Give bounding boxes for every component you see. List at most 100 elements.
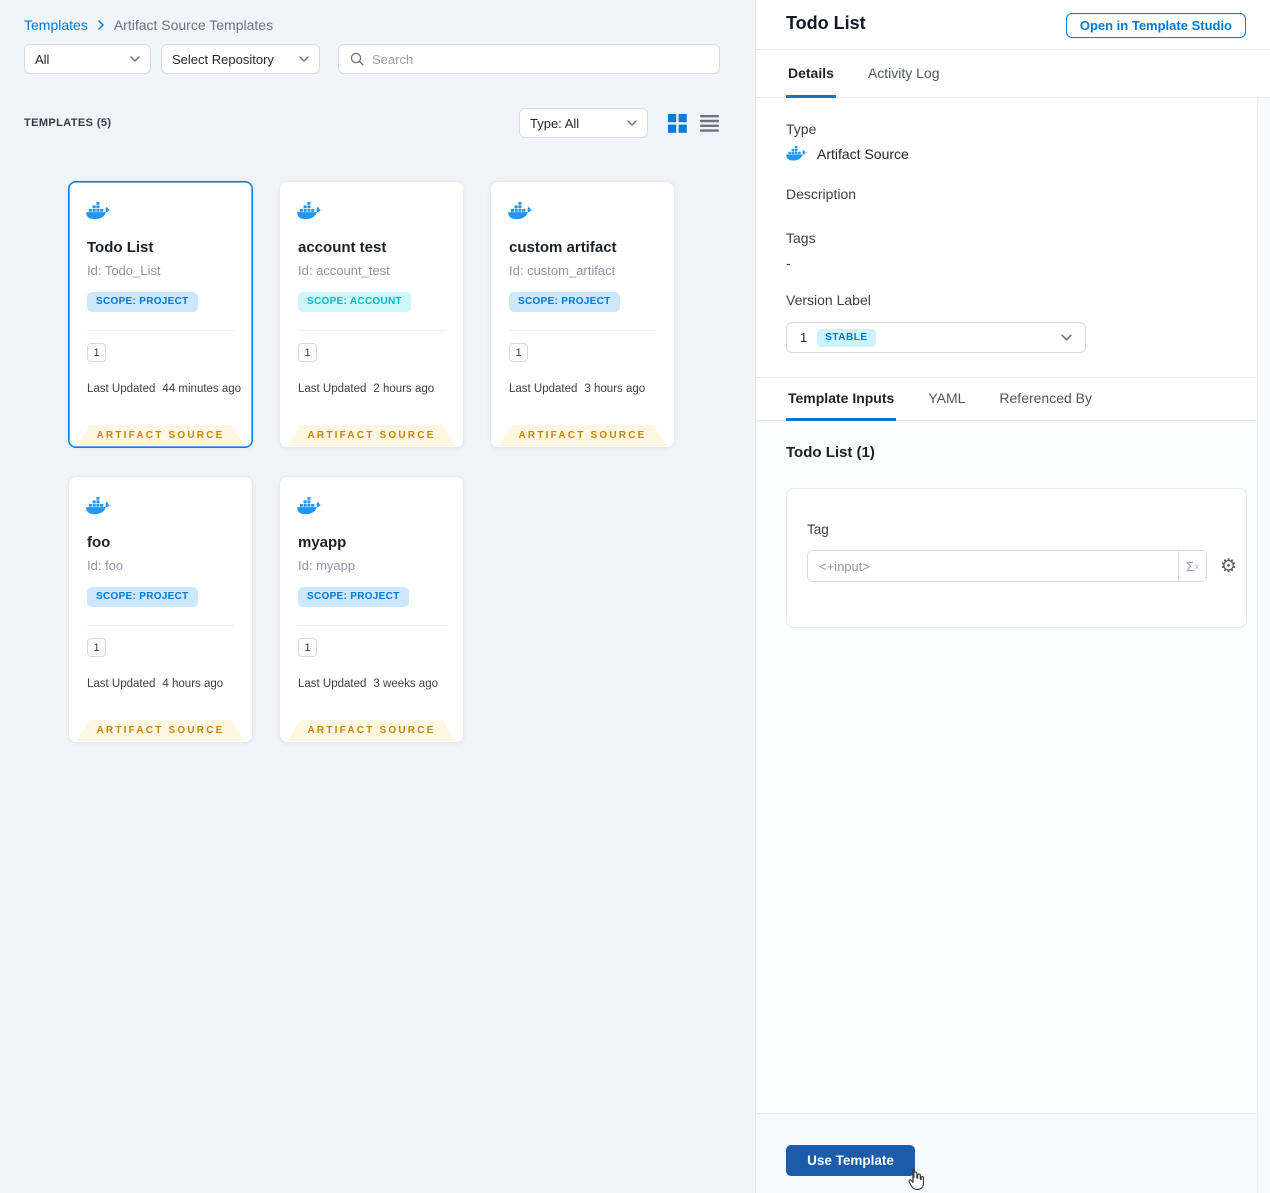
tags-label: Tags	[786, 230, 816, 246]
grid-icon	[667, 113, 687, 133]
open-in-template-studio-button[interactable]: Open in Template Studio	[1065, 13, 1246, 38]
last-updated-value: 3 hours ago	[584, 383, 646, 395]
last-updated: Last Updated 4 hours ago	[87, 678, 223, 690]
tag-label: Tag	[807, 522, 829, 537]
version-count-badge: 1	[298, 638, 317, 657]
template-id: Id: custom_artifact	[509, 263, 616, 278]
tab-referenced-by[interactable]: Referenced By	[997, 378, 1094, 421]
repository-filter-value: Select Repository	[172, 51, 274, 67]
template-inputs-section: Todo List (1) Tag Σx ⚙	[756, 422, 1270, 1113]
docker-icon	[297, 202, 323, 221]
last-updated-value: 44 minutes ago	[162, 383, 242, 395]
card-divider	[87, 625, 234, 626]
tab-yaml[interactable]: YAML	[926, 378, 967, 421]
list-icon	[699, 114, 719, 132]
version-count-badge: 1	[87, 343, 106, 362]
type-label: Type	[786, 121, 817, 137]
template-card-todo-list[interactable]: Todo List Id: Todo_List SCOPE: PROJECT 1…	[68, 181, 253, 448]
docker-icon	[86, 497, 112, 516]
scope-badge: SCOPE: PROJECT	[87, 292, 198, 312]
last-updated: Last Updated 44 minutes ago	[87, 383, 241, 395]
template-name: myapp	[298, 534, 347, 551]
template-id: Id: Todo_List	[87, 263, 161, 278]
version-count-badge: 1	[298, 343, 317, 362]
search-input[interactable]	[372, 51, 708, 67]
card-divider	[87, 330, 234, 331]
version-select[interactable]: 1 STABLE	[786, 322, 1086, 353]
sigma-icon: Σ	[1185, 558, 1195, 574]
runtime-input-settings-button[interactable]: ⚙	[1220, 557, 1237, 576]
scope-badge: SCOPE: PROJECT	[298, 587, 409, 607]
type-filter-select[interactable]: Type: All	[519, 108, 648, 138]
template-id: Id: myapp	[298, 558, 356, 573]
breadcrumb-link-templates[interactable]: Templates	[24, 17, 88, 33]
sigma-sub: x	[1195, 561, 1200, 571]
docker-icon	[297, 497, 323, 516]
docker-icon	[86, 202, 112, 221]
tag-input-card: Tag Σx ⚙	[786, 488, 1247, 628]
details-tab-bar: Details Activity Log	[756, 50, 1270, 98]
docker-icon	[786, 146, 808, 162]
last-updated-label: Last Updated	[509, 383, 578, 395]
template-name: custom artifact	[509, 239, 617, 256]
tag-input-wrapper: Σx	[807, 550, 1207, 582]
last-updated: Last Updated 2 hours ago	[298, 383, 434, 395]
templates-browser-panel: Templates Artifact Source Templates All …	[0, 0, 755, 1193]
template-name: account test	[298, 239, 387, 256]
template-id: Id: account_test	[298, 263, 390, 278]
scope-badge: SCOPE: ACCOUNT	[298, 292, 411, 312]
search-icon	[350, 52, 364, 66]
card-divider	[509, 330, 656, 331]
version-count-badge: 1	[87, 638, 106, 657]
template-details-panel: Todo List Open in Template Studio Detail…	[755, 0, 1270, 1193]
tags-value: -	[786, 255, 791, 271]
last-updated-value: 2 hours ago	[373, 383, 435, 395]
template-card-foo[interactable]: foo Id: foo SCOPE: PROJECT 1 Last Update…	[68, 476, 253, 743]
expression-button[interactable]: Σx	[1178, 551, 1206, 581]
last-updated-value: 3 weeks ago	[373, 678, 438, 690]
template-card-myapp[interactable]: myapp Id: myapp SCOPE: PROJECT 1 Last Up…	[279, 476, 464, 743]
chevron-down-icon	[130, 56, 140, 62]
panel-scrollbar[interactable]	[1257, 98, 1270, 1193]
type-value-row: Artifact Source	[786, 146, 909, 162]
search-box	[338, 44, 720, 74]
last-updated: Last Updated 3 hours ago	[509, 383, 645, 395]
breadcrumb: Templates Artifact Source Templates	[24, 17, 273, 33]
type-filter-value: Type: All	[530, 115, 580, 131]
artifact-source-ribbon: ARTIFACT SOURCE	[288, 720, 456, 741]
last-updated-label: Last Updated	[298, 678, 367, 690]
grid-view-button[interactable]	[667, 113, 687, 133]
scope-badge: SCOPE: PROJECT	[87, 587, 198, 607]
last-updated-label: Last Updated	[87, 383, 156, 395]
last-updated: Last Updated 3 weeks ago	[298, 678, 438, 690]
artifact-source-ribbon: ARTIFACT SOURCE	[288, 425, 456, 446]
list-view-button[interactable]	[699, 113, 719, 133]
breadcrumb-current: Artifact Source Templates	[113, 17, 274, 33]
repository-filter-select[interactable]: Select Repository	[161, 44, 320, 74]
scope-badge: SCOPE: PROJECT	[509, 292, 620, 312]
tab-activity-log[interactable]: Activity Log	[866, 50, 942, 98]
card-divider	[298, 330, 445, 331]
tag-input[interactable]	[808, 551, 1178, 581]
description-label: Description	[786, 186, 857, 202]
chevron-down-icon	[1061, 334, 1072, 341]
inputs-heading: Todo List (1)	[786, 444, 875, 461]
last-updated-label: Last Updated	[87, 678, 156, 690]
template-card-custom-artifact[interactable]: custom artifact Id: custom_artifact SCOP…	[490, 181, 675, 448]
chevron-down-icon	[299, 56, 309, 62]
scope-filter-value: All	[35, 51, 50, 67]
template-card-account-test[interactable]: account test Id: account_test SCOPE: ACC…	[279, 181, 464, 448]
last-updated-label: Last Updated	[298, 383, 367, 395]
template-name: Todo List	[87, 239, 154, 256]
scope-filter-select[interactable]: All	[24, 44, 151, 74]
card-divider	[298, 625, 445, 626]
tab-details[interactable]: Details	[786, 50, 836, 98]
inputs-tab-bar: Template Inputs YAML Referenced By	[756, 377, 1270, 421]
breadcrumb-chevron-icon	[98, 20, 104, 30]
gear-icon: ⚙	[1220, 555, 1238, 577]
tab-template-inputs[interactable]: Template Inputs	[786, 378, 897, 421]
panel-title: Todo List	[786, 13, 866, 33]
use-template-button[interactable]: Use Template	[786, 1145, 915, 1176]
artifact-source-ribbon: ARTIFACT SOURCE	[77, 720, 245, 741]
type-value: Artifact Source	[817, 146, 909, 162]
